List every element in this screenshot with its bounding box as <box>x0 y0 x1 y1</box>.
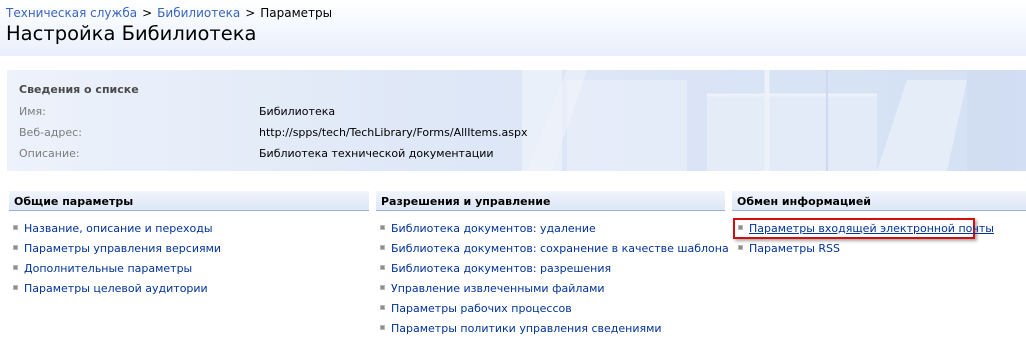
link-incoming-email-settings[interactable]: Параметры входящей электронной почты <box>749 222 994 235</box>
link-audience-targeting[interactable]: Параметры целевой аудитории <box>24 282 208 295</box>
list-item: Параметры рабочих процессов <box>380 302 572 316</box>
breadcrumb: Техническая служба > Бибилиотека > Параметры <box>6 6 332 20</box>
list-info-heading: Сведения о списке <box>19 83 139 96</box>
bullet-icon <box>380 265 385 270</box>
bullet-icon <box>738 245 743 250</box>
section-general-settings: Общие параметры Название, описание и пер… <box>9 191 369 295</box>
section-communications: Обмен информацией Параметры входящей эле… <box>732 191 1026 255</box>
bullet-icon <box>13 225 18 230</box>
bullet-icon <box>738 225 743 230</box>
list-item: Библиотека документов: удаление <box>380 222 596 236</box>
link-title-description-navigation[interactable]: Название, описание и переходы <box>24 222 213 235</box>
link-save-as-template[interactable]: Библиотека документов: сохранение в каче… <box>391 242 729 255</box>
section-header-general: Общие параметры <box>9 191 369 211</box>
breadcrumb-separator: > <box>245 6 256 20</box>
list-item: Библиотека документов: сохранение в каче… <box>380 242 729 256</box>
list-item: Дополнительные параметры <box>13 262 192 276</box>
link-information-policy[interactable]: Параметры политики управления сведениями <box>391 322 662 335</box>
list-item: Параметры целевой аудитории <box>13 282 208 296</box>
info-label-web-address: Веб-адрес: <box>19 126 82 139</box>
bullet-icon <box>380 305 385 310</box>
section-header-communications: Обмен информацией <box>732 191 1026 211</box>
breadcrumb-current: Параметры <box>260 6 333 20</box>
title-area: Техническая служба > Бибилиотека > Параметры… <box>0 0 1026 56</box>
info-label-description: Описание: <box>19 147 80 160</box>
section-header-permissions: Разрешения и управление <box>376 191 725 211</box>
breadcrumb-separator: > <box>142 6 153 20</box>
info-value-description: Библиотека технической документации <box>259 147 494 160</box>
breadcrumb-link-tech-service[interactable]: Техническая служба <box>6 6 137 20</box>
link-checked-out-files[interactable]: Управление извлеченными файлами <box>391 282 605 295</box>
info-label-name: Имя: <box>19 105 46 118</box>
bullet-icon <box>380 245 385 250</box>
info-value-web-address[interactable]: http://spps/tech/TechLibrary/Forms/AllIt… <box>259 126 527 139</box>
link-library-permissions[interactable]: Библиотека документов: разрешения <box>391 262 611 275</box>
bullet-icon <box>13 245 18 250</box>
list-item: Библиотека документов: разрешения <box>380 262 611 276</box>
list-info-panel: Сведения о списке Имя: Бибилиотека Веб-а… <box>7 70 1026 171</box>
list-item: Управление извлеченными файлами <box>380 282 605 296</box>
link-advanced-settings[interactable]: Дополнительные параметры <box>24 262 192 275</box>
section-permissions-management: Разрешения и управление Библиотека докум… <box>376 191 729 335</box>
bullet-icon <box>380 285 385 290</box>
page-title: Настройка Бибилиотека <box>6 22 257 45</box>
bullet-icon <box>13 265 18 270</box>
list-item: Параметры политики управления сведениями <box>380 322 662 336</box>
breadcrumb-link-library[interactable]: Бибилиотека <box>157 6 240 20</box>
link-workflow-settings[interactable]: Параметры рабочих процессов <box>391 302 572 315</box>
link-delete-library[interactable]: Библиотека документов: удаление <box>391 222 596 235</box>
list-item: Название, описание и переходы <box>13 222 213 236</box>
link-rss-settings[interactable]: Параметры RSS <box>749 242 840 255</box>
bullet-icon <box>13 285 18 290</box>
list-item: Параметры входящей электронной почты <box>738 222 994 236</box>
info-value-name: Бибилиотека <box>259 105 336 118</box>
link-versioning-settings[interactable]: Параметры управления версиями <box>24 242 221 255</box>
decorative-background-image <box>522 70 1026 171</box>
list-item: Параметры управления версиями <box>13 242 221 256</box>
bullet-icon <box>380 325 385 330</box>
bullet-icon <box>380 225 385 230</box>
list-item: Параметры RSS <box>738 242 840 256</box>
